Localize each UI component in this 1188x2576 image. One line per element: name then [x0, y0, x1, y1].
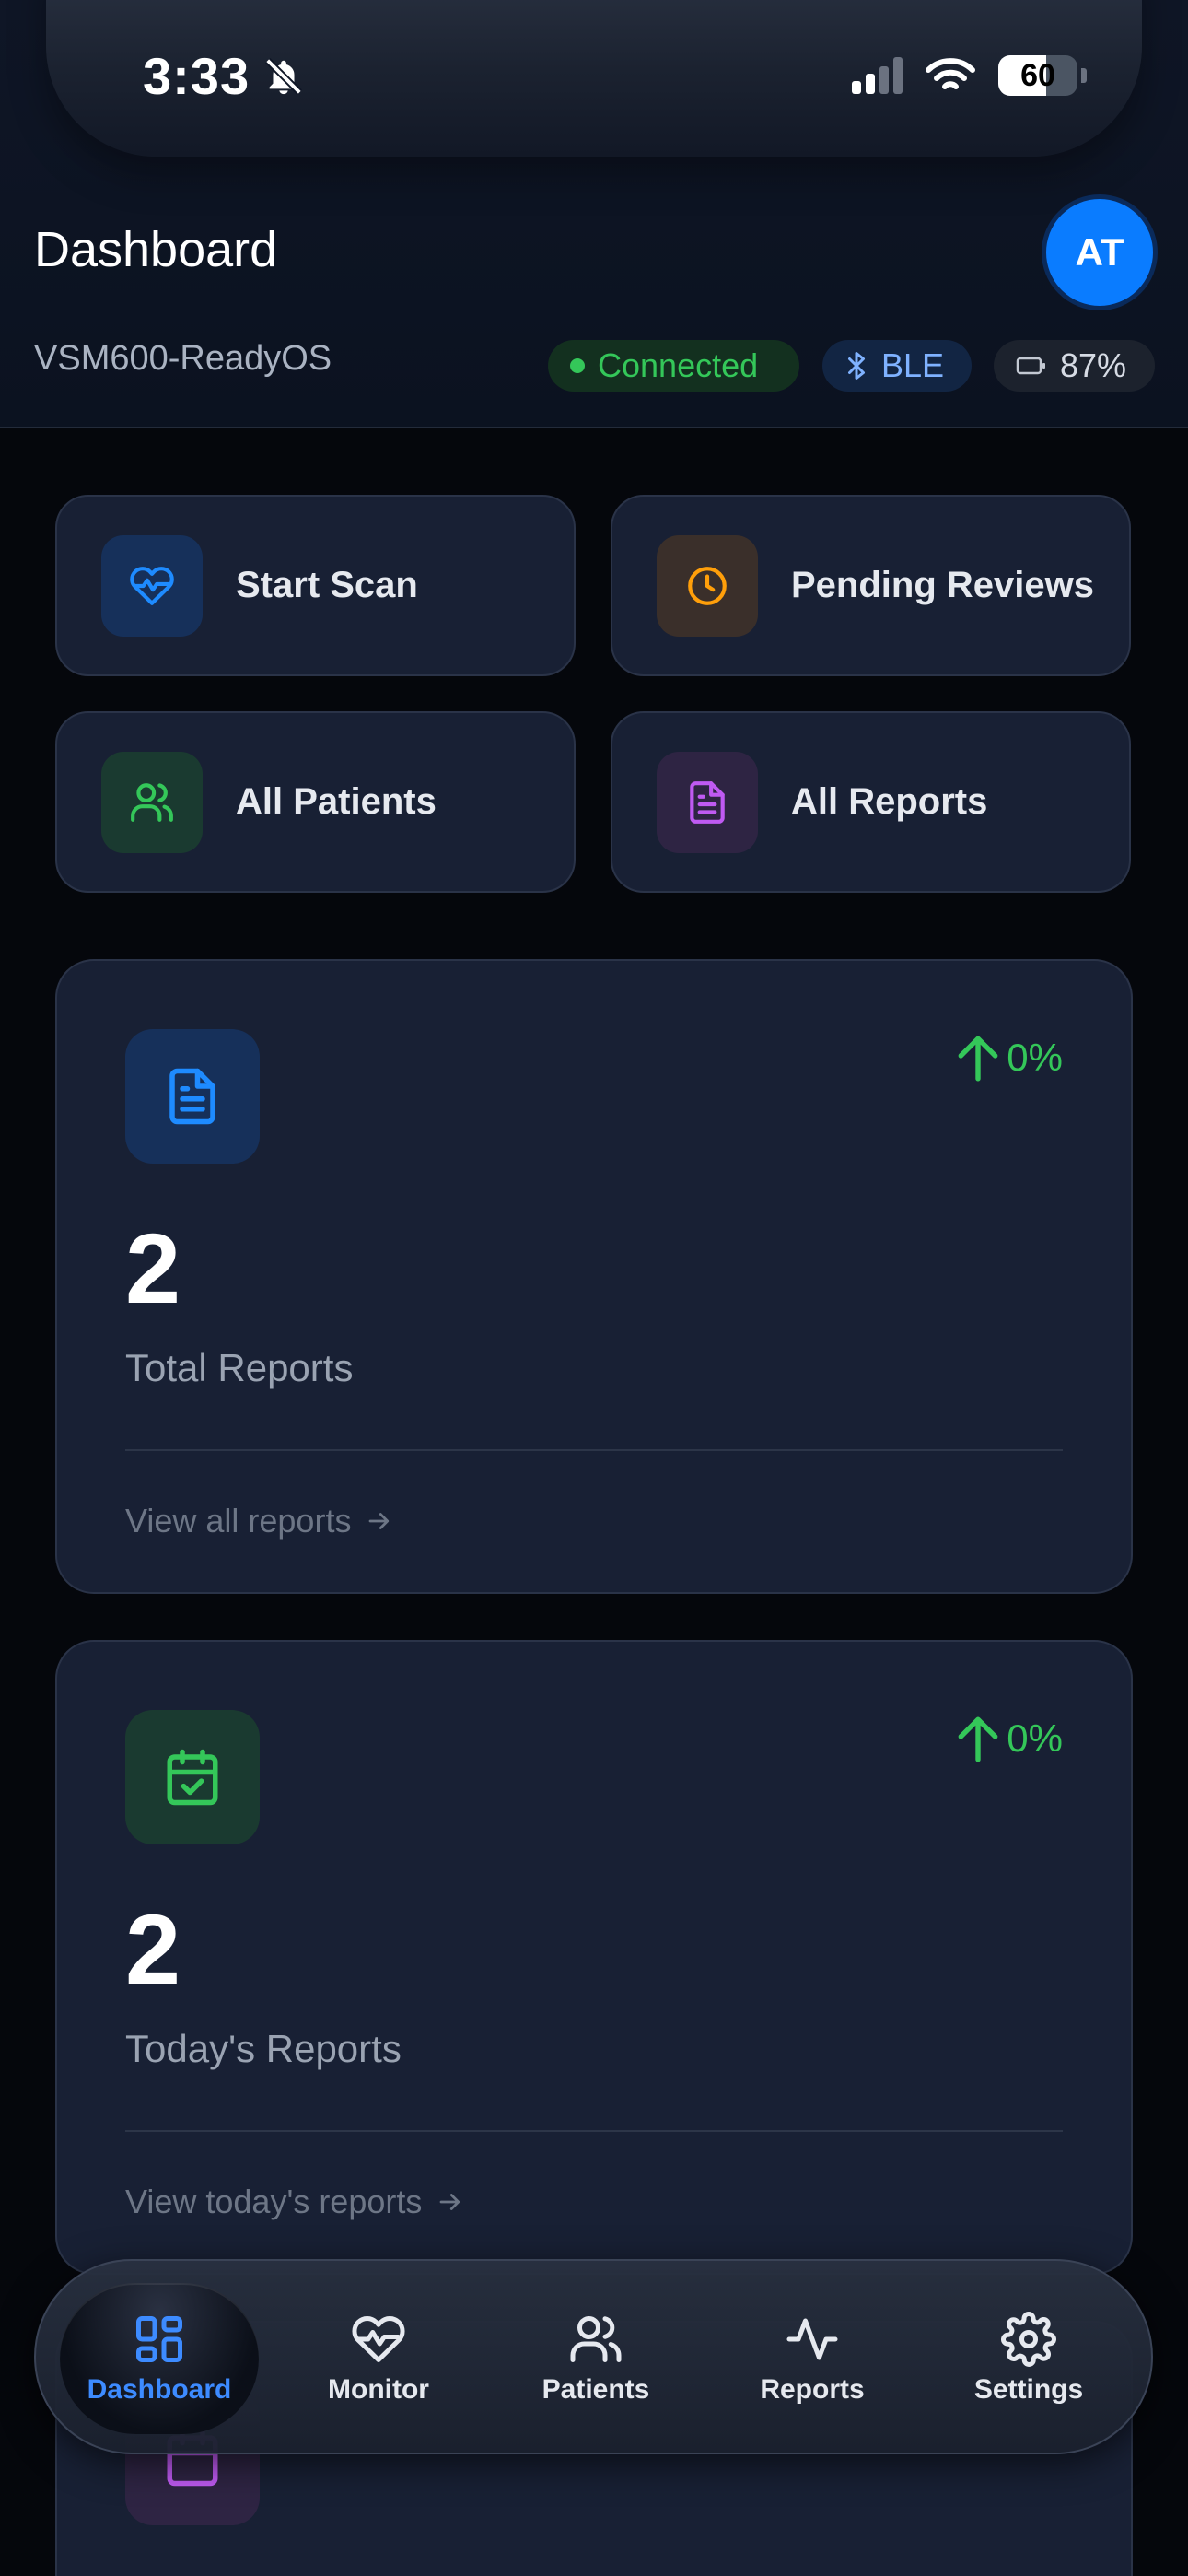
- clock-icon: [657, 534, 758, 637]
- ble-label: BLE: [881, 346, 945, 384]
- connection-status-badge: Connected: [548, 340, 799, 392]
- arrow-up-icon: [955, 1714, 1001, 1763]
- device-battery-label: 87%: [1060, 346, 1127, 384]
- tab-settings[interactable]: Settings: [937, 2261, 1121, 2456]
- device-name: VSM600-ReadyOS: [34, 339, 332, 378]
- all-patients-button[interactable]: All Patients: [55, 711, 576, 893]
- trend-indicator: 0%: [955, 1714, 1063, 1763]
- divider: [125, 2130, 1063, 2132]
- gear-icon: [1001, 2312, 1056, 2367]
- battery-cap: [1081, 68, 1087, 83]
- tab-label: Settings: [973, 2374, 1084, 2405]
- all-patients-label: All Patients: [236, 781, 437, 822]
- status-dot-icon: [570, 358, 585, 373]
- calendar-check-icon: [125, 1710, 260, 1844]
- connection-status-label: Connected: [598, 346, 759, 384]
- battery-level: 60: [1020, 57, 1055, 93]
- start-scan-label: Start Scan: [236, 565, 418, 605]
- wifi-icon: [925, 56, 976, 95]
- device-battery-badge: 87%: [994, 340, 1155, 392]
- view-all-reports-link[interactable]: View all reports: [125, 1502, 393, 1540]
- ble-badge: BLE: [822, 340, 972, 392]
- link-label: View all reports: [125, 1502, 352, 1540]
- status-time-group: 3:33: [143, 46, 305, 106]
- trend-value: 0%: [1007, 1716, 1063, 1760]
- app-header: 3:33 60 Dashboard AT VSM600-ReadyOS Conn…: [0, 0, 1188, 428]
- tab-monitor[interactable]: Monitor: [286, 2261, 471, 2456]
- arrow-right-icon: [366, 1507, 393, 1535]
- cellular-signal-icon: [852, 57, 903, 94]
- document-icon: [657, 751, 758, 853]
- status-time: 3:33: [143, 47, 250, 105]
- tab-dashboard[interactable]: Dashboard: [60, 2261, 259, 2456]
- page-title: Dashboard: [34, 222, 278, 277]
- bottom-tab-bar: Dashboard Monitor Patients Reports Setti…: [34, 2259, 1153, 2454]
- battery-indicator: 60: [998, 55, 1087, 96]
- avatar[interactable]: AT: [1042, 194, 1158, 310]
- view-todays-reports-link[interactable]: View today's reports: [125, 2183, 464, 2221]
- arrow-up-icon: [955, 1033, 1001, 1083]
- tab-label: Reports: [760, 2374, 865, 2405]
- link-label: View today's reports: [125, 2183, 423, 2220]
- heart-pulse-icon: [351, 2312, 406, 2367]
- trend-value: 0%: [1007, 1036, 1063, 1079]
- heart-pulse-icon: [101, 534, 203, 637]
- activity-icon: [785, 2312, 840, 2367]
- stat-label: Today's Reports: [125, 2027, 402, 2070]
- tab-reports[interactable]: Reports: [720, 2261, 904, 2456]
- all-reports-button[interactable]: All Reports: [611, 711, 1131, 893]
- trend-indicator: 0%: [955, 1033, 1063, 1083]
- all-reports-label: All Reports: [791, 781, 988, 822]
- stat-label: Total Reports: [125, 1346, 354, 1389]
- stat-value: 2: [125, 1893, 181, 2005]
- bell-slash-icon: [262, 55, 305, 98]
- users-icon: [101, 751, 203, 853]
- battery-icon: 60: [998, 55, 1077, 96]
- tab-label: Monitor: [328, 2374, 429, 2405]
- divider: [125, 1449, 1063, 1451]
- stat-value: 2: [125, 1212, 181, 1324]
- start-scan-button[interactable]: Start Scan: [55, 495, 576, 676]
- tab-patients[interactable]: Patients: [504, 2261, 688, 2456]
- todays-reports-card[interactable]: 0% 2 Today's Reports View today's report…: [55, 1640, 1133, 2275]
- tab-label: Dashboard: [87, 2374, 232, 2405]
- bluetooth-icon: [844, 349, 868, 382]
- pending-reviews-button[interactable]: Pending Reviews: [611, 495, 1131, 676]
- document-icon: [125, 1029, 260, 1164]
- tab-label: Patients: [542, 2374, 650, 2405]
- pending-reviews-label: Pending Reviews: [791, 565, 1094, 605]
- arrow-right-icon: [437, 2188, 464, 2216]
- users-icon: [568, 2312, 623, 2367]
- status-indicators: 60: [852, 55, 1087, 96]
- dashboard-grid-icon: [132, 2312, 187, 2367]
- device-battery-icon: [1016, 356, 1047, 376]
- total-reports-card[interactable]: 0% 2 Total Reports View all reports: [55, 959, 1133, 1594]
